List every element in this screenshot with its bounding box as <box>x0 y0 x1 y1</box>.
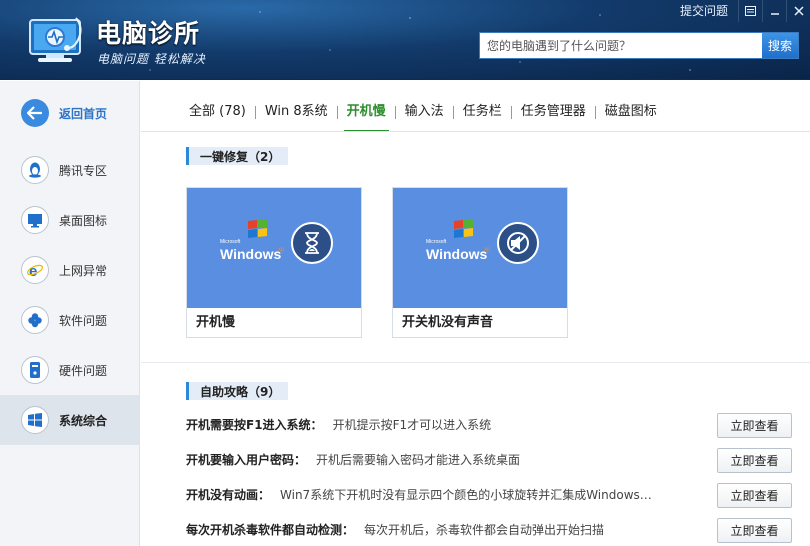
windows-logo-text: Windows <box>220 246 282 262</box>
sidebar-item-system[interactable]: 系统综合 <box>0 395 139 445</box>
app-title: 电脑诊所 <box>96 19 201 48</box>
windows-logo-text: Windows <box>426 246 488 262</box>
back-home-button[interactable]: 返回首页 <box>0 81 139 145</box>
guide-title[interactable]: 开机需要按F1进入系统： <box>186 416 323 433</box>
view-now-button[interactable]: 立即查看 <box>717 483 792 508</box>
search-button[interactable]: 搜索 <box>762 33 798 58</box>
guides-heading: 自助攻略（9） <box>186 382 289 400</box>
card-thumbnail: Microsoft Windows xp <box>393 188 567 308</box>
sidebar-item-label: 系统综合 <box>59 413 108 428</box>
sidebar-item-software[interactable]: 软件问题 <box>0 295 139 345</box>
windows-xp-logo-icon: Microsoft Windows xp <box>426 219 491 262</box>
card-thumbnail: Microsoft Windows xp <box>187 188 361 308</box>
menu-icon[interactable] <box>738 0 762 22</box>
tab-input-method[interactable]: 输入法 <box>402 101 447 123</box>
category-tabs: 全部 (78) Win 8系统 开机慢 输入法 任务栏 任务管理器 磁盘图标 <box>186 101 660 132</box>
tab-underline-divider <box>141 131 810 132</box>
sidebar: 返回首页 腾讯专区 桌面图标 e 上网异常 软件问题 硬件问题 系统综合 <box>0 81 140 546</box>
guide-description: 每次开机后，杀毒软件都会自动弹出开始扫描 <box>364 523 605 537</box>
guide-title[interactable]: 开机要输入用户密码： <box>186 451 306 468</box>
sidebar-item-label: 软件问题 <box>59 313 108 328</box>
close-icon[interactable] <box>786 0 810 22</box>
tab-disk-icon[interactable]: 磁盘图标 <box>602 101 660 123</box>
search-input[interactable] <box>480 33 762 58</box>
view-now-button[interactable]: 立即查看 <box>717 413 792 438</box>
sidebar-item-label: 桌面图标 <box>59 213 108 228</box>
feedback-link[interactable]: 提交问题 <box>670 0 738 22</box>
tab-task-manager[interactable]: 任务管理器 <box>518 101 589 123</box>
tab-divider <box>452 105 454 119</box>
fix-card-slow-boot[interactable]: Microsoft Windows xp 开机慢 <box>186 187 362 338</box>
sidebar-item-internet[interactable]: e 上网异常 <box>0 245 139 295</box>
guide-row: 开机没有动画： Win7系统下开机时没有显示四个颜色的小球旋转并汇集成Windo… <box>186 477 792 512</box>
guide-row: 开机需要按F1进入系统： 开机提示按F1才可以进入系统 立即查看 <box>186 407 792 442</box>
tab-divider <box>510 105 512 119</box>
ie-icon: e <box>21 256 49 284</box>
window-controls: 提交问题 <box>670 0 810 22</box>
logo-icon <box>29 17 82 62</box>
tab-taskbar[interactable]: 任务栏 <box>460 101 505 123</box>
quick-fix-heading: 一键修复（2） <box>186 147 289 165</box>
sidebar-item-label: 腾讯专区 <box>59 163 108 178</box>
hardware-icon <box>21 356 49 384</box>
tab-divider <box>336 105 338 119</box>
guide-title[interactable]: 开机没有动画： <box>186 486 270 503</box>
app-window: 电脑诊所 电脑问题 轻松解决 提交问题 搜索 返回首页 <box>0 0 810 546</box>
header: 电脑诊所 电脑问题 轻松解决 提交问题 搜索 <box>0 0 810 80</box>
penguin-icon <box>21 156 49 184</box>
tab-divider <box>594 105 596 119</box>
guide-row: 开机要输入用户密码： 开机后需要输入密码才能进入系统桌面 立即查看 <box>186 442 792 477</box>
tab-win8[interactable]: Win 8系统 <box>262 101 331 123</box>
tab-divider <box>254 105 256 119</box>
sidebar-item-label: 上网异常 <box>59 263 108 278</box>
search-box: 搜索 <box>479 32 799 59</box>
clover-icon <box>21 306 49 334</box>
view-now-button[interactable]: 立即查看 <box>717 448 792 473</box>
windows-xp-logo-icon: Microsoft Windows xp <box>220 219 285 262</box>
card-label: 开机慢 <box>196 315 236 330</box>
back-home-label: 返回首页 <box>59 106 108 121</box>
svg-text:xp: xp <box>484 247 491 253</box>
sidebar-item-desktop-icons[interactable]: 桌面图标 <box>0 195 139 245</box>
mute-icon <box>497 222 539 264</box>
section-divider <box>141 362 810 363</box>
svg-text:Microsoft: Microsoft <box>426 239 447 245</box>
windows-icon <box>21 406 49 434</box>
fix-card-no-sound[interactable]: Microsoft Windows xp 开关机没有声音 <box>392 187 568 338</box>
tab-slow-boot[interactable]: 开机慢 <box>343 101 389 132</box>
view-now-button[interactable]: 立即查看 <box>717 518 792 543</box>
hourglass-icon <box>291 222 333 264</box>
back-arrow-icon <box>21 99 49 127</box>
sidebar-item-hardware[interactable]: 硬件问题 <box>0 345 139 395</box>
guide-description: 开机提示按F1才可以进入系统 <box>332 418 492 432</box>
guide-description: Win7系统下开机时没有显示四个颜色的小球旋转并汇集成Windows的标... <box>280 488 661 502</box>
monitor-icon <box>21 206 49 234</box>
app-slogan: 电脑问题 轻松解决 <box>97 52 206 66</box>
sidebar-item-label: 硬件问题 <box>59 363 108 378</box>
minimize-icon[interactable] <box>762 0 786 22</box>
main-content: 全部 (78) Win 8系统 开机慢 输入法 任务栏 任务管理器 磁盘图标 一… <box>141 81 810 546</box>
guide-row: 每次开机杀毒软件都自动检测： 每次开机后，杀毒软件都会自动弹出开始扫描 立即查看 <box>186 512 792 546</box>
tab-all[interactable]: 全部 (78) <box>186 101 249 123</box>
tab-divider <box>394 105 396 119</box>
svg-text:Microsoft: Microsoft <box>220 239 241 245</box>
card-label: 开关机没有声音 <box>402 315 494 330</box>
guide-description: 开机后需要输入密码才能进入系统桌面 <box>316 453 521 467</box>
svg-text:xp: xp <box>278 247 285 253</box>
sidebar-item-tencent[interactable]: 腾讯专区 <box>0 145 139 195</box>
guide-title[interactable]: 每次开机杀毒软件都自动检测： <box>186 521 354 538</box>
